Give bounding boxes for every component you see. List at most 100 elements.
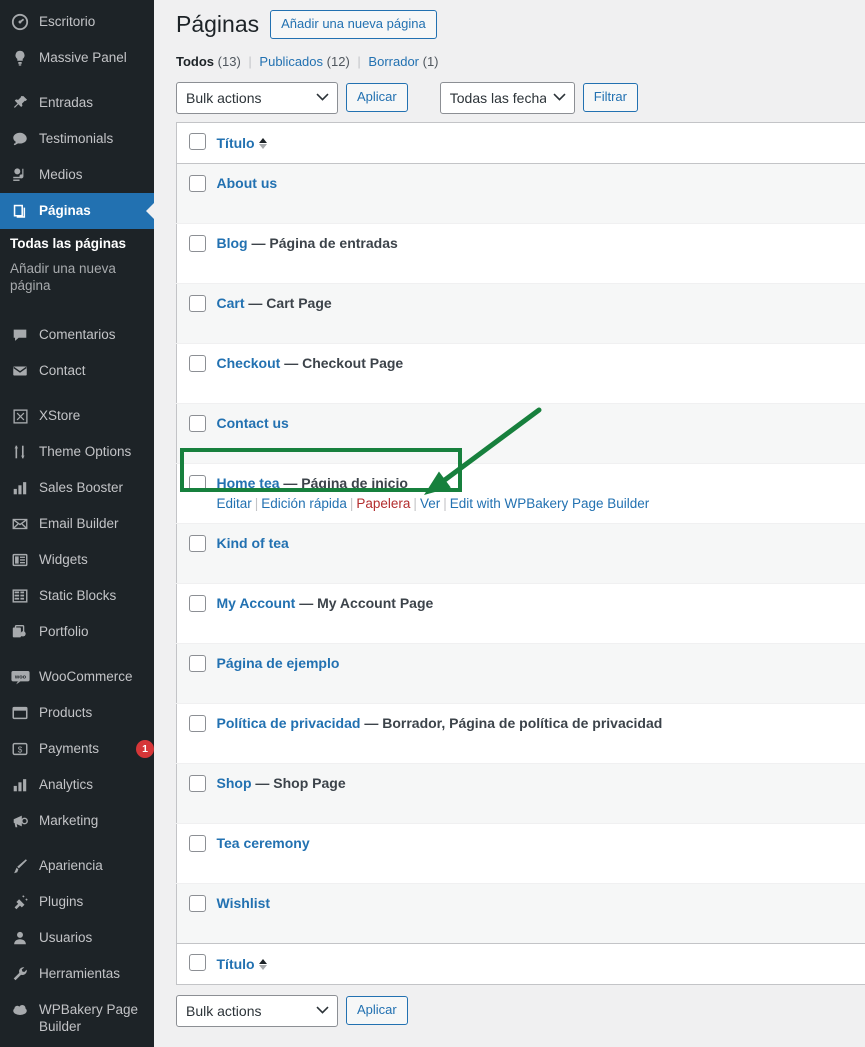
row-action-view[interactable]: Ver (420, 496, 440, 511)
page-title-link[interactable]: Checkout (217, 355, 281, 371)
row-checkbox[interactable] (189, 774, 206, 792)
sidebar-item-label: Analytics (39, 777, 94, 792)
sidebar-item-label: Products (39, 705, 93, 720)
sort-by-title-top[interactable]: Título (217, 135, 255, 151)
sidebar-item-widgets[interactable]: Widgets (0, 542, 154, 578)
sidebar-item-apariencia[interactable]: Apariencia (0, 848, 154, 884)
brush-icon (10, 857, 30, 875)
sidebar-item-static-blocks[interactable]: Static Blocks (0, 578, 154, 614)
row-checkbox[interactable] (189, 534, 206, 552)
bulk-actions-select-bottom[interactable]: Bulk actions (176, 994, 338, 1027)
table-row: About us (176, 163, 865, 224)
select-all-checkbox-bottom[interactable] (189, 953, 206, 971)
row-action-separator: | (254, 495, 259, 511)
row-checkbox-cell (177, 163, 215, 223)
filter-link-all[interactable]: Todos (176, 54, 214, 69)
submenu-item-todas-las-paginas[interactable]: Todas las páginas (0, 231, 154, 256)
page-title-link[interactable]: Cart (217, 295, 245, 311)
sidebar-item-badge: 1 (136, 740, 154, 758)
row-checkbox[interactable] (189, 294, 206, 312)
sidebar-item-email-builder[interactable]: Email Builder (0, 506, 154, 542)
page-title-link[interactable]: Wishlist (217, 895, 271, 911)
page-title-link[interactable]: About us (217, 175, 278, 191)
row-action-trash[interactable]: Papelera (356, 496, 410, 511)
row-checkbox[interactable] (189, 594, 206, 612)
sidebar-item-payments[interactable]: $ Payments 1 (0, 731, 154, 767)
row-action-quick-edit[interactable]: Edición rápida (261, 496, 347, 511)
filter-link-published[interactable]: Publicados (259, 54, 323, 69)
row-action-wpbakery[interactable]: Edit with WPBakery Page Builder (450, 496, 650, 511)
add-new-page-button[interactable]: Añadir una nueva página (270, 10, 437, 40)
row-checkbox[interactable] (189, 174, 206, 192)
row-checkbox[interactable] (189, 834, 206, 852)
sidebar-item-testimonials[interactable]: Testimonials (0, 121, 154, 157)
page-title-link[interactable]: Tea ceremony (217, 835, 310, 851)
sort-indicator-icon[interactable] (258, 958, 267, 970)
row-checkbox[interactable] (189, 714, 206, 732)
page-title-link[interactable]: My Account (217, 595, 296, 611)
bar-chart-icon (10, 479, 30, 497)
select-all-checkbox-top[interactable] (189, 132, 206, 150)
sidebar-item-wpbakery-page-builder[interactable]: WPBakery Page Builder (0, 992, 154, 1044)
sidebar-item-portfolio[interactable]: Portfolio (0, 614, 154, 650)
sidebar-item-comentarios[interactable]: Comentarios (0, 317, 154, 353)
page-title-link[interactable]: Blog (217, 235, 248, 251)
table-row: Cart — Cart Page (176, 283, 865, 344)
sidebar-item-contact[interactable]: Contact (0, 353, 154, 389)
pages-table: Título About us Blog — Página de entradas… (176, 121, 865, 985)
row-checkbox[interactable] (189, 354, 206, 372)
widgets-icon (10, 551, 30, 569)
sidebar-item-paginas[interactable]: Páginas (0, 193, 154, 229)
sidebar-item-sales-booster[interactable]: Sales Booster (0, 470, 154, 506)
page-title-link[interactable]: Home tea (217, 475, 280, 491)
apply-button-bottom[interactable]: Aplicar (346, 996, 408, 1026)
sidebar-item-label: Email Builder (39, 516, 119, 531)
filter-link-draft[interactable]: Borrador (368, 54, 419, 69)
page-title-link[interactable]: Página de ejemplo (217, 655, 340, 671)
sidebar-item-escritorio[interactable]: Escritorio (0, 4, 154, 40)
table-row: Kind of tea (176, 523, 865, 584)
sidebar-item-analytics[interactable]: Analytics (0, 767, 154, 803)
woo-icon: woo (10, 668, 30, 686)
bulk-actions-select-top[interactable]: Bulk actions (176, 81, 338, 114)
sidebar-item-usuarios[interactable]: Usuarios (0, 920, 154, 956)
row-checkbox[interactable] (189, 654, 206, 672)
row-checkbox[interactable] (189, 234, 206, 252)
submenu-item-anadir-una-nueva-pagina[interactable]: Añadir una nueva página (0, 256, 154, 298)
row-checkbox[interactable] (189, 414, 206, 432)
filter-count-draft: (1) (422, 53, 439, 69)
sidebar-item-xstore[interactable]: XStore (0, 398, 154, 434)
filter-separator-2: | (357, 53, 361, 69)
sidebar-item-medios[interactable]: Medios (0, 157, 154, 193)
row-action-edit[interactable]: Editar (217, 496, 252, 511)
page-title-link[interactable]: Kind of tea (217, 535, 289, 551)
sort-by-title-bottom[interactable]: Título (217, 956, 255, 972)
wp-admin-screen: Escritorio Massive Panel Entradas Testimoni… (0, 0, 865, 1047)
row-checkbox-cell (177, 343, 215, 403)
megaphone-icon (10, 812, 30, 830)
sidebar-item-entradas[interactable]: Entradas (0, 85, 154, 121)
page-title-link[interactable]: Shop (217, 775, 252, 791)
sidebar-item-label: Marketing (39, 813, 99, 828)
row-checkbox[interactable] (189, 894, 206, 912)
sidebar-item-products[interactable]: Products (0, 695, 154, 731)
page-title-link[interactable]: Política de privacidad (217, 715, 361, 731)
date-filter-select[interactable]: Todas las fechas (439, 81, 575, 114)
lightbulb-icon (10, 49, 30, 67)
filter-button[interactable]: Filtrar (582, 83, 638, 113)
row-checkbox[interactable] (189, 474, 206, 492)
sidebar-item-label: Usuarios (39, 930, 93, 945)
apply-button-top[interactable]: Aplicar (346, 83, 408, 113)
sidebar-item-herramientas[interactable]: Herramientas (0, 956, 154, 992)
page-state-label: — My Account Page (299, 594, 434, 611)
sidebar-item-label: Testimonials (39, 131, 114, 146)
sidebar-item-plugins[interactable]: Plugins (0, 884, 154, 920)
page-title-link[interactable]: Contact us (217, 415, 289, 431)
sidebar-item-woocommerce[interactable]: woo WooCommerce (0, 659, 154, 695)
sort-indicator-icon[interactable] (258, 137, 267, 149)
bulk-actions-bottom-wrap: Bulk actions (176, 994, 338, 1027)
sidebar-item-label: XStore (39, 408, 81, 423)
sidebar-item-marketing[interactable]: Marketing (0, 803, 154, 839)
sidebar-item-massive-panel[interactable]: Massive Panel (0, 40, 154, 76)
sidebar-item-theme-options[interactable]: Theme Options (0, 434, 154, 470)
